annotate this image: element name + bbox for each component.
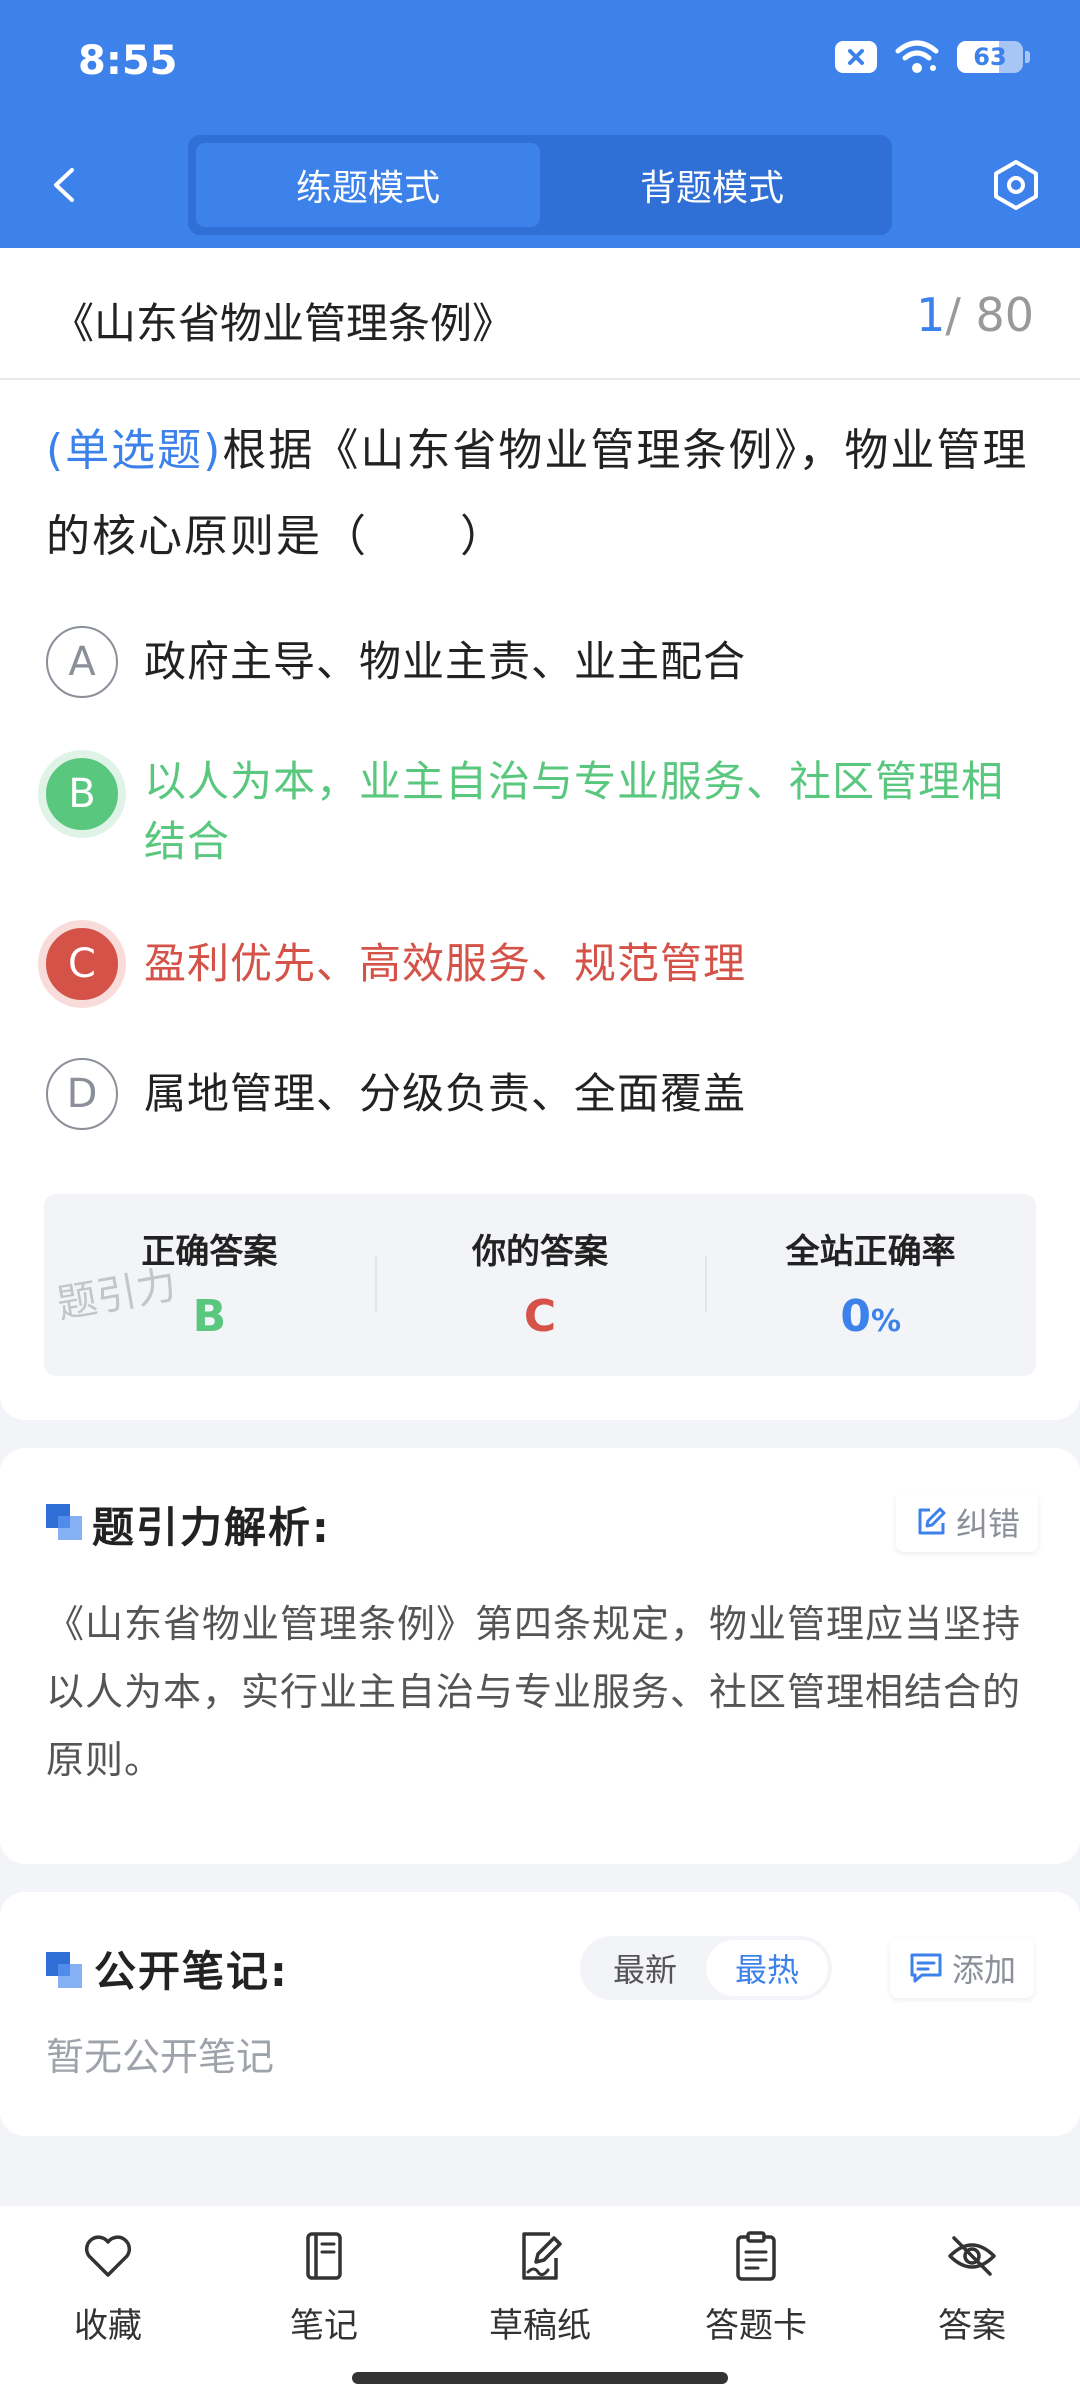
favorite-label: 收藏 [74,2306,142,2346]
draft-paper-label: 草稿纸 [489,2306,591,2346]
battery-level: 63 [973,43,1007,71]
status-time: 8:55 [78,38,178,84]
eye-off-icon [948,2236,996,2276]
option-b[interactable]: B 以人为本，业主自治与专业服务、社区管理相结合 [46,746,1042,872]
notes-card: 公开笔记: 最新 最热 添加 暂无公开笔记 [0,1892,1080,2136]
mode-switch: 练题模式 背题模式 [188,135,892,235]
option-b-text: 以人为本，业主自治与专业服务、社区管理相结合 [144,757,1005,866]
notes-sort-toggle: 最新 最热 [580,1936,832,2000]
question-type: (单选题) [46,425,223,476]
paper-title-row: 《山东省物业管理条例》 1/ 80 [0,248,1080,380]
settings-icon[interactable] [988,157,1044,213]
sort-hottest[interactable]: 最热 [706,1940,828,1996]
notes-title: 公开笔记: [94,1947,289,1996]
question-stem: (单选题)根据《山东省物业管理条例》，物业管理的核心原则是（ ） [46,408,1042,580]
option-d-letter: D [46,1058,118,1130]
correct-answer-value: B [192,1291,227,1342]
analysis-title: 题引力解析: [92,1503,331,1552]
accuracy-value: 0% [840,1291,901,1342]
analysis-text: 《山东省物业管理条例》第四条规定，物业管理应当坚持以人为本，实行业主自治与专业服… [46,1602,1022,1782]
add-note-label: 添加 [952,1951,1017,1989]
report-error-label: 纠错 [956,1505,1021,1543]
notebook-icon [306,2232,342,2280]
report-error-button[interactable]: 纠错 [896,1492,1039,1552]
question-progress: 1/ 80 [916,288,1034,342]
progress-total: / 80 [945,288,1034,342]
option-b-letter: B [46,758,118,830]
notes-button[interactable]: 笔记 [216,2206,432,2356]
answer-card-label: 答题卡 [705,2306,807,2346]
answer-card-icon [736,2231,776,2281]
option-a[interactable]: A 政府主导、物业主责、业主配合 [46,626,1042,698]
your-answer-col: 你的答案 C [374,1194,706,1376]
progress-current: 1 [916,288,946,342]
tab-recite-mode[interactable]: 背题模式 [540,143,884,227]
option-c-text: 盈利优先、高效服务、规范管理 [144,939,747,988]
heart-icon [84,2235,132,2277]
option-d[interactable]: D 属地管理、分级负责、全面覆盖 [46,1058,1042,1130]
accuracy-label: 全站正确率 [785,1232,956,1272]
option-a-text: 政府主导、物业主责、业主配合 [144,637,747,686]
your-answer-value: C [523,1291,557,1342]
back-icon[interactable] [40,160,90,210]
answer-summary: 正确答案 B 你的答案 C 全站正确率 0% [44,1194,1036,1376]
favorite-button[interactable]: 收藏 [0,2206,216,2356]
option-a-letter: A [46,626,118,698]
tab-practice-mode[interactable]: 练题模式 [196,143,540,227]
draft-paper-button[interactable]: 草稿纸 [432,2206,648,2356]
status-icons: 63 [835,40,1030,74]
battery-tip [1025,51,1030,63]
sort-newest[interactable]: 最新 [584,1940,706,1996]
home-indicator [352,2372,728,2384]
battery-icon: 63 [957,41,1023,73]
analysis-card: 题引力解析: 纠错 《山东省物业管理条例》第四条规定，物业管理应当坚持以人为本，… [0,1448,1080,1864]
empty-notes-text: 暂无公开笔记 [46,2035,275,2079]
header: 8:55 63 练题模式 背题模式 [0,0,1080,248]
accuracy-number: 0 [840,1291,871,1342]
answer-card-button[interactable]: 答题卡 [648,2206,864,2356]
show-answer-label: 答案 [938,2306,1006,2346]
add-note-button[interactable]: 添加 [890,1938,1035,1998]
accuracy-unit: % [870,1304,902,1339]
nav-bar: 练题模式 背题模式 [0,125,1080,245]
status-bar: 8:55 63 [0,0,1080,120]
accuracy-col: 全站正确率 0% [705,1194,1036,1376]
question-card: 《山东省物业管理条例》 1/ 80 (单选题)根据《山东省物业管理条例》，物业管… [0,248,1080,1420]
notification-x-icon [835,41,877,73]
show-answer-button[interactable]: 答案 [864,2206,1080,2356]
edit-icon [918,1507,946,1535]
option-c[interactable]: C 盈利优先、高效服务、规范管理 [46,928,1042,1000]
option-c-letter: C [46,928,118,1000]
bottom-toolbar: 收藏 笔记 草稿纸 答题卡 答案 [0,2206,1080,2400]
paper-title: 《山东省物业管理条例》 [52,299,515,348]
option-d-text: 属地管理、分级负责、全面覆盖 [144,1069,747,1118]
notes-label: 笔记 [290,2306,358,2346]
section-icon [46,1952,84,1990]
comment-icon [910,1953,942,1983]
section-icon [46,1504,84,1542]
wifi-icon [895,40,939,73]
your-answer-label: 你的答案 [472,1232,608,1272]
draft-icon [522,2232,562,2280]
